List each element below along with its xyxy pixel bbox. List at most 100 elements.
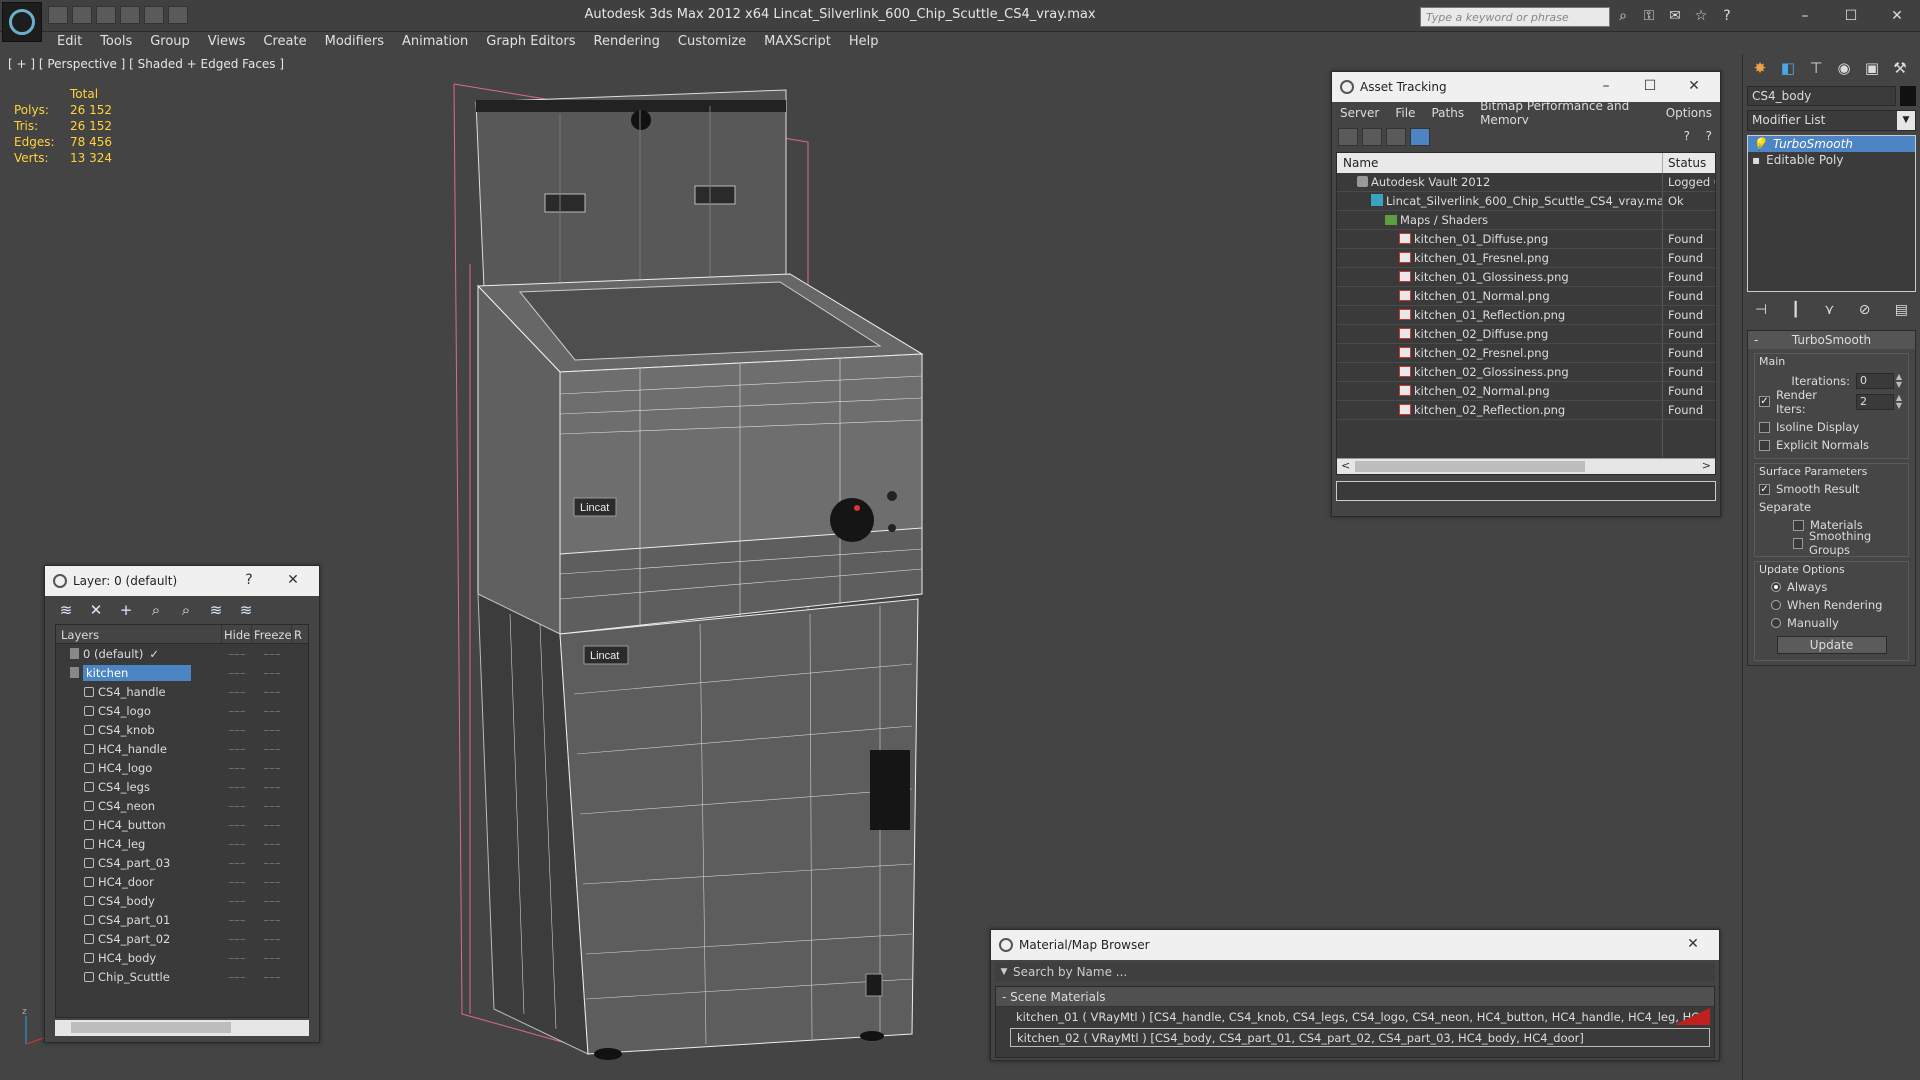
list-view-icon[interactable] <box>1362 128 1382 146</box>
menu-maxscript[interactable]: MAXScript <box>755 32 840 54</box>
stack-item-editable-poly[interactable]: ▪ Editable Poly <box>1748 152 1915 168</box>
isoline-display-row[interactable]: Isoline Display <box>1759 418 1904 436</box>
maximize-icon[interactable]: ☐ <box>1628 78 1672 94</box>
remove-modifier-icon[interactable]: ⊘ <box>1859 302 1871 320</box>
asset-tracking-title-bar[interactable]: Asset Tracking – ☐ ✕ <box>1332 72 1720 102</box>
scroll-thumb[interactable] <box>71 1022 231 1033</box>
scroll-right-icon[interactable]: > <box>1702 459 1711 472</box>
redo-icon[interactable] <box>168 6 188 24</box>
minimize-button[interactable]: – <box>1782 4 1828 28</box>
freeze-toggle[interactable]: ––– <box>252 685 292 699</box>
explicit-normals-row[interactable]: Explicit Normals <box>1759 436 1904 454</box>
iterations-spinner[interactable]: 0 <box>1856 372 1894 389</box>
menu-views[interactable]: Views <box>199 32 255 54</box>
material-item-kitchen-02[interactable]: kitchen_02 ( VRayMtl ) [CS4_body, CS4_pa… <box>1010 1028 1710 1047</box>
maximize-button[interactable]: ☐ <box>1828 4 1874 28</box>
details-view-icon[interactable] <box>1386 128 1406 146</box>
freeze-toggle[interactable]: ––– <box>252 647 292 661</box>
layer-row[interactable]: 0 (default) ✓ ––– ––– <box>56 644 308 663</box>
layer-object-row[interactable]: Chip_Scuttle ––– ––– <box>56 967 308 986</box>
freeze-toggle[interactable]: ––– <box>252 666 292 680</box>
help-icon[interactable]: ? <box>227 572 271 588</box>
menu-edit[interactable]: Edit <box>48 32 91 54</box>
at-menu-server[interactable]: Server <box>1332 106 1387 120</box>
spinner-arrows-icon[interactable]: ▲ ▼ <box>1894 372 1904 389</box>
when-rendering-radio[interactable] <box>1771 600 1781 610</box>
freeze-toggle[interactable]: ––– <box>252 913 292 927</box>
at-menu-options[interactable]: Options <box>1658 106 1720 120</box>
hide-toggle[interactable]: ––– <box>222 666 252 680</box>
undo-icon[interactable] <box>144 6 164 24</box>
at-menu-file[interactable]: File <box>1387 106 1423 120</box>
hide-toggle[interactable]: ––– <box>222 818 252 832</box>
subscription-icon[interactable]: ⚿ <box>1640 8 1658 24</box>
object-name-field[interactable]: CS4_body <box>1747 86 1896 106</box>
col-layers[interactable]: Layers <box>56 625 222 643</box>
object-color-swatch[interactable] <box>1900 86 1916 106</box>
scene-materials-group[interactable]: - Scene Materials <box>996 987 1714 1007</box>
layer-object-row[interactable]: CS4_logo ––– ––– <box>56 701 308 720</box>
configure-sets-icon[interactable]: ▤ <box>1895 302 1908 320</box>
layer-object-row[interactable]: CS4_part_03 ––– ––– <box>56 853 308 872</box>
context-help-icon[interactable]: ? <box>1706 129 1712 143</box>
close-icon[interactable]: ✕ <box>1671 936 1715 952</box>
binoculars-icon[interactable]: ⌕ <box>1614 8 1632 24</box>
table-view-icon[interactable] <box>1410 128 1430 146</box>
hide-toggle[interactable]: ––– <box>222 894 252 908</box>
hide-toggle[interactable]: ––– <box>222 647 252 661</box>
asset-row[interactable]: kitchen_02_Diffuse.png Found <box>1337 325 1715 344</box>
stack-item-turbosmooth[interactable]: 💡 TurboSmooth <box>1748 136 1915 152</box>
always-radio[interactable] <box>1771 582 1781 592</box>
menu-tools[interactable]: Tools <box>91 32 141 54</box>
add-to-layer-icon[interactable]: + <box>115 601 137 619</box>
bulb-icon[interactable]: 💡 <box>1752 137 1767 151</box>
menu-animation[interactable]: Animation <box>393 32 477 54</box>
hide-toggle[interactable]: ––– <box>222 856 252 870</box>
freeze-toggle[interactable]: ––– <box>252 780 292 794</box>
hide-toggle[interactable]: ––– <box>222 875 252 889</box>
hide-toggle[interactable]: ––– <box>222 742 252 756</box>
hide-toggle[interactable]: ––– <box>222 970 252 984</box>
material-item-kitchen-01[interactable]: kitchen_01 ( VRayMtl ) [CS4_handle, CS4_… <box>1010 1008 1710 1027</box>
layer-object-row[interactable]: CS4_part_01 ––– ––– <box>56 910 308 929</box>
freeze-toggle[interactable]: ––– <box>252 951 292 965</box>
select-layer-icon[interactable]: ⌕ <box>175 601 197 619</box>
asset-row[interactable]: kitchen_01_Glossiness.png Found <box>1337 268 1715 287</box>
asset-row[interactable]: kitchen_01_Reflection.png Found <box>1337 306 1715 325</box>
help-icon[interactable]: ? <box>1684 129 1690 143</box>
layer-hscroll[interactable] <box>55 1020 309 1036</box>
col-render[interactable]: R <box>292 625 302 643</box>
spinner-arrows-icon[interactable]: ▲ ▼ <box>1894 393 1904 410</box>
smoothing-groups-row[interactable]: Smoothing Groups <box>1759 529 1904 557</box>
refresh-icon[interactable] <box>1338 128 1358 146</box>
application-button[interactable] <box>2 2 42 42</box>
save-file-icon[interactable] <box>72 6 92 24</box>
freeze-toggle[interactable]: ––– <box>252 742 292 756</box>
select-objects-icon[interactable]: ⌕ <box>145 601 167 619</box>
hierarchy-tab-icon[interactable]: ⊤ <box>1805 58 1827 78</box>
at-menu-bitmap[interactable]: Bitmap Performance and Memory <box>1472 99 1658 127</box>
viewport-label[interactable]: [ + ] [ Perspective ] [ Shaded + Edged F… <box>8 57 284 71</box>
pin-stack-icon[interactable]: ⊣ <box>1755 302 1767 320</box>
manually-radio[interactable] <box>1771 618 1781 628</box>
freeze-toggle[interactable]: ––– <box>252 837 292 851</box>
asset-row[interactable]: kitchen_01_Normal.png Found <box>1337 287 1715 306</box>
layer-object-row[interactable]: CS4_neon ––– ––– <box>56 796 308 815</box>
create-layer-icon[interactable]: ≋ <box>55 601 77 619</box>
layer-object-row[interactable]: CS4_legs ––– ––– <box>56 777 308 796</box>
materials-checkbox[interactable] <box>1793 519 1804 531</box>
hide-toggle[interactable]: ––– <box>222 837 252 851</box>
asset-row[interactable]: kitchen_02_Normal.png Found <box>1337 382 1715 401</box>
modifier-list-dropdown[interactable]: Modifier List ▼ <box>1747 110 1916 131</box>
update-button[interactable]: Update <box>1776 636 1887 654</box>
make-unique-icon[interactable]: ⋎ <box>1824 302 1834 320</box>
communication-icon[interactable]: ✉ <box>1666 8 1684 24</box>
layer-object-row[interactable]: HC4_body ––– ––– <box>56 948 308 967</box>
minimize-icon[interactable]: – <box>1584 78 1628 94</box>
close-icon[interactable]: ✕ <box>1672 78 1716 94</box>
show-end-result-icon[interactable]: ┃ <box>1791 302 1799 320</box>
when-rendering-radio-row[interactable]: When Rendering <box>1759 596 1904 614</box>
smooth-result-row[interactable]: ✓ Smooth Result <box>1759 480 1904 498</box>
hide-toggle[interactable]: ––– <box>222 761 252 775</box>
keyword-search-input[interactable]: Type a keyword or phrase <box>1420 7 1610 27</box>
